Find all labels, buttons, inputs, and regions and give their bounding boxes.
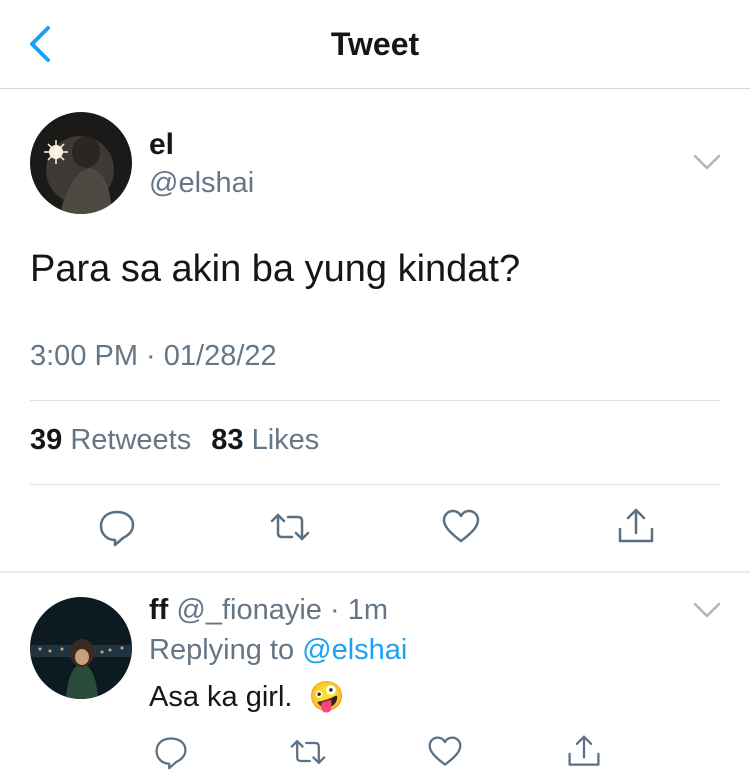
- like-icon[interactable]: [441, 507, 481, 547]
- zany-face-emoji: 🤪: [308, 681, 345, 713]
- reply-icon[interactable]: [97, 507, 137, 547]
- likes-count[interactable]: 83: [211, 424, 243, 456]
- reply-icon[interactable]: [153, 734, 189, 770]
- replying-to-prefix: Replying to: [149, 634, 295, 666]
- retweet-icon[interactable]: [268, 507, 312, 547]
- tweet-text: Para sa akin ba yung kindat?: [30, 248, 521, 290]
- author-avatar[interactable]: [30, 112, 132, 214]
- chevron-down-icon[interactable]: [692, 601, 722, 621]
- reply-text: Asa ka girl.: [149, 681, 293, 713]
- reply-time: · 1m: [329, 594, 388, 626]
- reply-text-line: Asa ka girl. 🤪: [149, 680, 345, 714]
- likes-label[interactable]: Likes: [252, 424, 320, 456]
- replying-to-link[interactable]: @elshai: [302, 634, 407, 666]
- page-title: Tweet: [330, 26, 420, 62]
- author-handle[interactable]: @elshai: [149, 167, 254, 200]
- divider: [30, 484, 720, 485]
- replying-to-line: Replying to @elshai: [149, 634, 407, 667]
- top-bar: Tweet: [0, 0, 750, 89]
- reply-header: ff @_fionayie · 1m: [149, 594, 388, 627]
- divider: [30, 400, 720, 401]
- author-name[interactable]: el: [149, 128, 174, 162]
- chevron-down-icon[interactable]: [692, 153, 722, 173]
- retweets-count[interactable]: 39: [30, 424, 62, 456]
- retweet-icon[interactable]: [288, 734, 328, 770]
- like-icon[interactable]: [427, 734, 463, 770]
- share-icon[interactable]: [566, 734, 602, 770]
- reply-author-name[interactable]: ff: [149, 594, 168, 626]
- reply-author-avatar[interactable]: [30, 597, 132, 699]
- section-divider: [0, 571, 750, 573]
- reply-author-handle[interactable]: @_fionayie: [176, 594, 322, 626]
- tweet-stats: 39 Retweets 83 Likes: [30, 424, 331, 457]
- tweet-timestamp: 3:00 PM · 01/28/22: [30, 340, 277, 372]
- share-icon[interactable]: [616, 507, 656, 547]
- retweets-label[interactable]: Retweets: [70, 424, 191, 456]
